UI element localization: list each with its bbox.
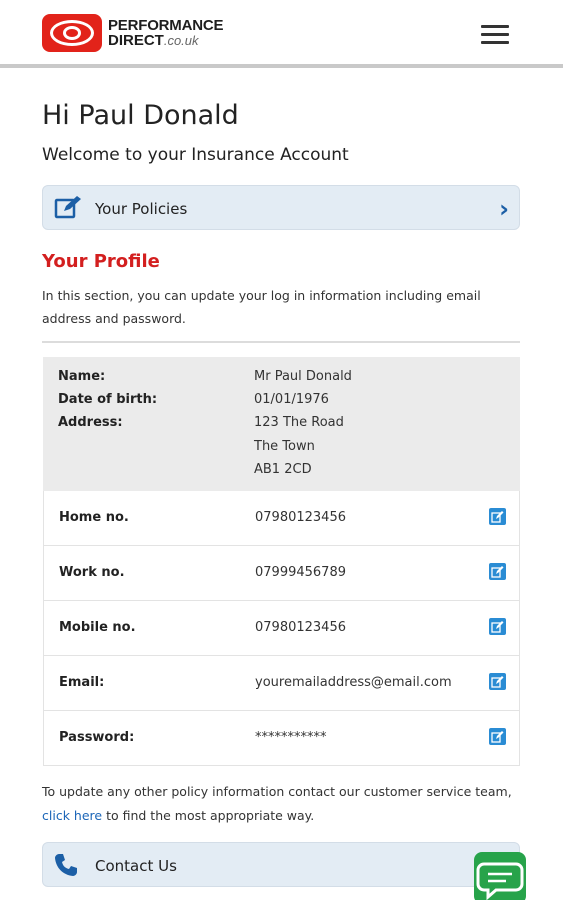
brand-domain: .co.uk <box>163 33 199 48</box>
welcome-subtitle: Welcome to your Insurance Account <box>42 145 349 165</box>
app-header: PERFORMANCE DIRECT.co.uk <box>0 0 563 68</box>
dob-label: Date of birth: <box>58 392 158 407</box>
contact-us-label: Contact Us <box>95 857 177 875</box>
contact-details-list: Home no. 07980123456 Work no. 0799945678… <box>43 491 520 766</box>
edit-home-number-icon[interactable] <box>489 508 506 525</box>
address-line-3: AB1 2CD <box>254 462 312 477</box>
chevron-right-icon: › <box>499 195 509 223</box>
email-label: Email: <box>59 675 105 690</box>
mobile-number-label: Mobile no. <box>59 620 136 635</box>
home-number-value: 07980123456 <box>255 510 346 525</box>
contact-us-button[interactable]: Contact Us <box>42 842 520 887</box>
chat-bubble-icon <box>476 862 524 900</box>
brand-name-line1: PERFORMANCE <box>108 17 224 34</box>
edit-email-icon[interactable] <box>489 673 506 690</box>
work-number-row: Work no. 07999456789 <box>43 546 520 601</box>
password-label: Password: <box>59 730 135 745</box>
email-value: youremailaddress@email.com <box>255 675 452 690</box>
name-label: Name: <box>58 369 106 384</box>
address-line-2: The Town <box>254 439 315 454</box>
email-row: Email: youremailaddress@email.com <box>43 656 520 711</box>
address-label: Address: <box>58 415 123 430</box>
your-policies-button[interactable]: Your Policies › <box>42 185 520 230</box>
brand-name-line2: DIRECT <box>108 32 164 49</box>
edit-work-number-icon[interactable] <box>489 563 506 580</box>
password-row: Password: *********** <box>43 711 520 766</box>
hamburger-menu-icon[interactable] <box>481 25 509 45</box>
edit-icon <box>54 196 81 219</box>
profile-intro: In this section, you can update your log… <box>42 288 481 326</box>
mobile-number-value: 07980123456 <box>255 620 346 635</box>
dob-value: 01/01/1976 <box>254 392 329 407</box>
profile-heading: Your Profile <box>42 251 160 272</box>
edit-password-icon[interactable] <box>489 728 506 745</box>
footer-text-after: to find the most appropriate way. <box>106 808 315 823</box>
password-value: *********** <box>255 730 327 745</box>
footer-note: To update any other policy information c… <box>42 780 522 828</box>
mobile-number-row: Mobile no. 07980123456 <box>43 601 520 656</box>
work-number-label: Work no. <box>59 565 125 580</box>
footer-text-before: To update any other policy information c… <box>42 784 512 799</box>
your-policies-label: Your Policies <box>95 200 188 218</box>
phone-icon <box>55 854 77 876</box>
live-chat-button[interactable] <box>474 852 526 900</box>
divider <box>42 341 520 343</box>
home-number-row: Home no. 07980123456 <box>43 491 520 546</box>
personal-details-panel: Name: Mr Paul Donald Date of birth: 01/0… <box>43 357 520 491</box>
brand-logo[interactable]: PERFORMANCE DIRECT.co.uk <box>42 14 224 52</box>
home-number-label: Home no. <box>59 510 129 525</box>
name-value: Mr Paul Donald <box>254 369 352 384</box>
click-here-link[interactable]: click here <box>42 808 102 823</box>
work-number-value: 07999456789 <box>255 565 346 580</box>
logo-mark <box>42 14 102 52</box>
page-title: Hi Paul Donald <box>42 100 239 131</box>
address-line-1: 123 The Road <box>254 415 344 430</box>
edit-mobile-number-icon[interactable] <box>489 618 506 635</box>
